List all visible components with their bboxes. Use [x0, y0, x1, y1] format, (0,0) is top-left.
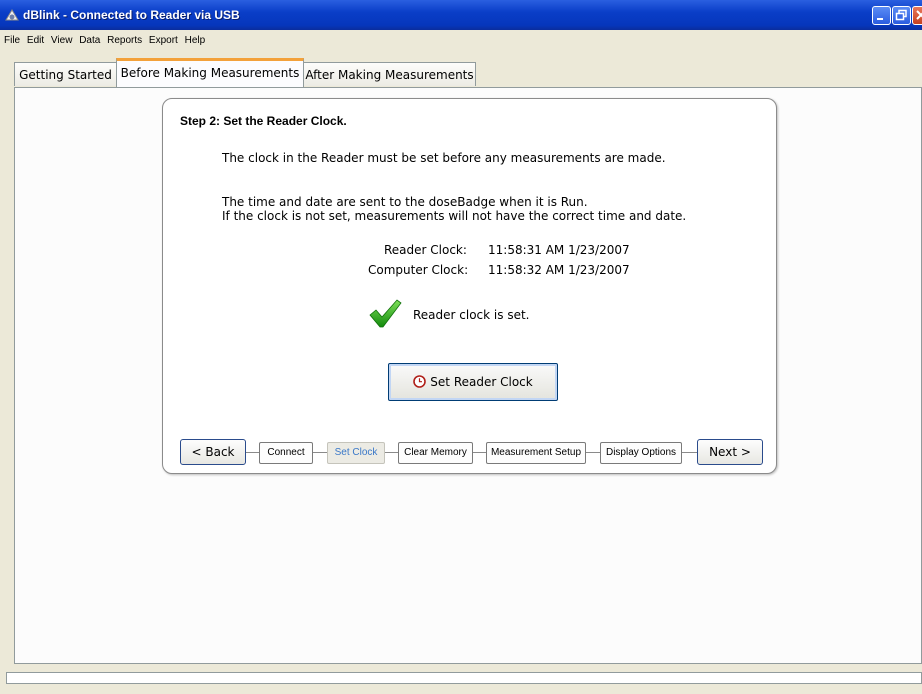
- step-connector: [682, 452, 697, 453]
- reader-clock-label: Reader Clock:: [384, 243, 467, 257]
- menu-bar: File Edit View Data Reports Export Help: [0, 30, 922, 52]
- step-display-options[interactable]: Display Options: [600, 442, 682, 464]
- step-connector: [385, 452, 398, 453]
- set-reader-clock-button[interactable]: Set Reader Clock: [388, 363, 558, 401]
- step-connector: [246, 452, 259, 453]
- back-button[interactable]: < Back: [180, 439, 246, 465]
- intro-text: The clock in the Reader must be set befo…: [222, 151, 666, 165]
- close-button[interactable]: [912, 6, 922, 25]
- app-icon: [5, 9, 19, 21]
- reader-clock-value: 11:58:31 AM 1/23/2007: [488, 243, 630, 257]
- title-bar[interactable]: dBlink - Connected to Reader via USB: [0, 0, 922, 30]
- clock-status-text: Reader clock is set.: [413, 308, 530, 322]
- step-connector: [313, 452, 327, 453]
- set-reader-clock-label: Set Reader Clock: [430, 375, 533, 389]
- close-icon: [916, 10, 922, 20]
- step-clear-memory[interactable]: Clear Memory: [398, 442, 473, 464]
- window-title: dBlink - Connected to Reader via USB: [23, 8, 240, 22]
- minimize-icon: [877, 18, 883, 20]
- clock-icon: [413, 375, 427, 388]
- tab-getting-started[interactable]: Getting Started: [14, 62, 117, 86]
- menu-edit[interactable]: Edit: [27, 35, 44, 46]
- maximize-button[interactable]: [892, 6, 911, 25]
- menu-data[interactable]: Data: [79, 35, 100, 46]
- step-connector: [473, 452, 486, 453]
- status-bar: [6, 672, 922, 684]
- step-measurement-setup[interactable]: Measurement Setup: [486, 442, 586, 464]
- menu-reports[interactable]: Reports: [107, 35, 142, 46]
- computer-clock-value: 11:58:32 AM 1/23/2007: [488, 263, 630, 277]
- menu-file[interactable]: File: [4, 35, 20, 46]
- step-set-clock[interactable]: Set Clock: [327, 442, 385, 464]
- info-text-line1: The time and date are sent to the doseBa…: [222, 195, 588, 209]
- restore-icon: [895, 9, 907, 21]
- next-button[interactable]: Next >: [697, 439, 763, 465]
- step-connect[interactable]: Connect: [259, 442, 313, 464]
- step-title: Step 2: Set the Reader Clock.: [180, 114, 347, 128]
- computer-clock-label: Computer Clock:: [368, 263, 469, 277]
- step-connector: [586, 452, 600, 453]
- tab-after-making-measurements[interactable]: After Making Measurements: [303, 62, 476, 86]
- green-checkmark-icon: [369, 299, 402, 328]
- menu-export[interactable]: Export: [149, 35, 178, 46]
- info-text-line2: If the clock is not set, measurements wi…: [222, 209, 687, 223]
- menu-view[interactable]: View: [51, 35, 73, 46]
- menu-help[interactable]: Help: [185, 35, 206, 46]
- tab-before-making-measurements[interactable]: Before Making Measurements: [116, 58, 304, 87]
- app-window: dBlink - Connected to Reader via USB Fil…: [0, 0, 922, 694]
- minimize-button[interactable]: [872, 6, 891, 25]
